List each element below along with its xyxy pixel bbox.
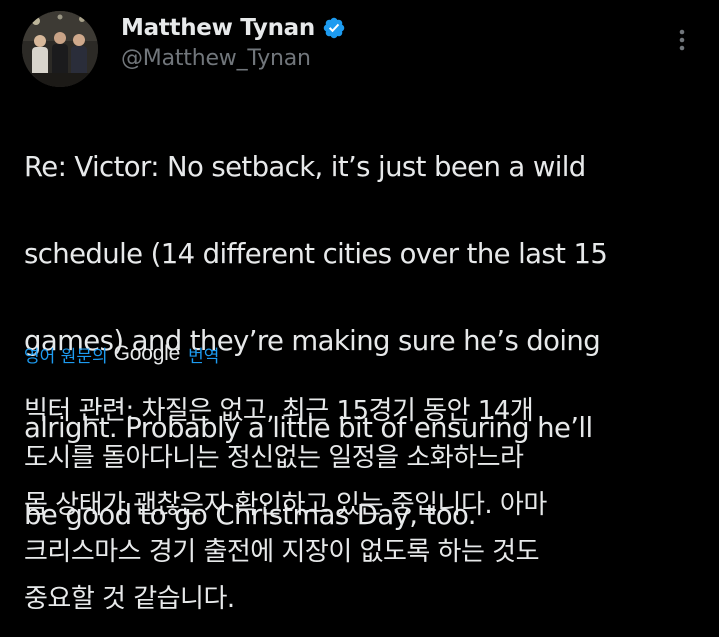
translation-attribution[interactable]: 영어 원문의 Google 번역 [24, 340, 219, 368]
google-logo: Google [113, 342, 181, 365]
translation-suffix: 번역 [188, 346, 220, 367]
translated-text: 빅터 관련: 차질은 없고, 최근 15경기 동안 14개 도시를 돌아다니는 … [24, 388, 704, 623]
translated-text-line: 도시를 돌아다니는 정신없는 일정을 소화하느라 [24, 443, 524, 473]
translated-text-line: 중요할 것 같습니다. [24, 584, 235, 614]
avatar[interactable] [22, 11, 98, 87]
display-name-row: Matthew Tynan [121, 12, 346, 44]
handle[interactable]: @Matthew_Tynan [121, 46, 346, 71]
translated-text-line: 몸 상태가 괜찮은지 확인하고 있는 중입니다. 아마 [24, 490, 547, 520]
tweet-text-line: Re: Victor: No setback, it’s just been a… [24, 150, 586, 183]
tweet-header: Matthew Tynan @Matthew_Tynan [0, 0, 719, 100]
display-name[interactable]: Matthew Tynan [121, 15, 315, 41]
more-options-icon[interactable] [668, 22, 696, 58]
translation-prefix: 영어 원문의 [24, 346, 108, 367]
tweet-text-line: schedule (14 different cities over the l… [24, 237, 608, 270]
author-info: Matthew Tynan @Matthew_Tynan [121, 12, 346, 71]
verified-badge-icon[interactable] [322, 16, 346, 40]
translated-text-line: 빅터 관련: 차질은 없고, 최근 15경기 동안 14개 [24, 396, 534, 426]
translated-text-line: 크리스마스 경기 출전에 지장이 없도록 하는 것도 [24, 537, 540, 567]
profile-photo [22, 11, 98, 87]
